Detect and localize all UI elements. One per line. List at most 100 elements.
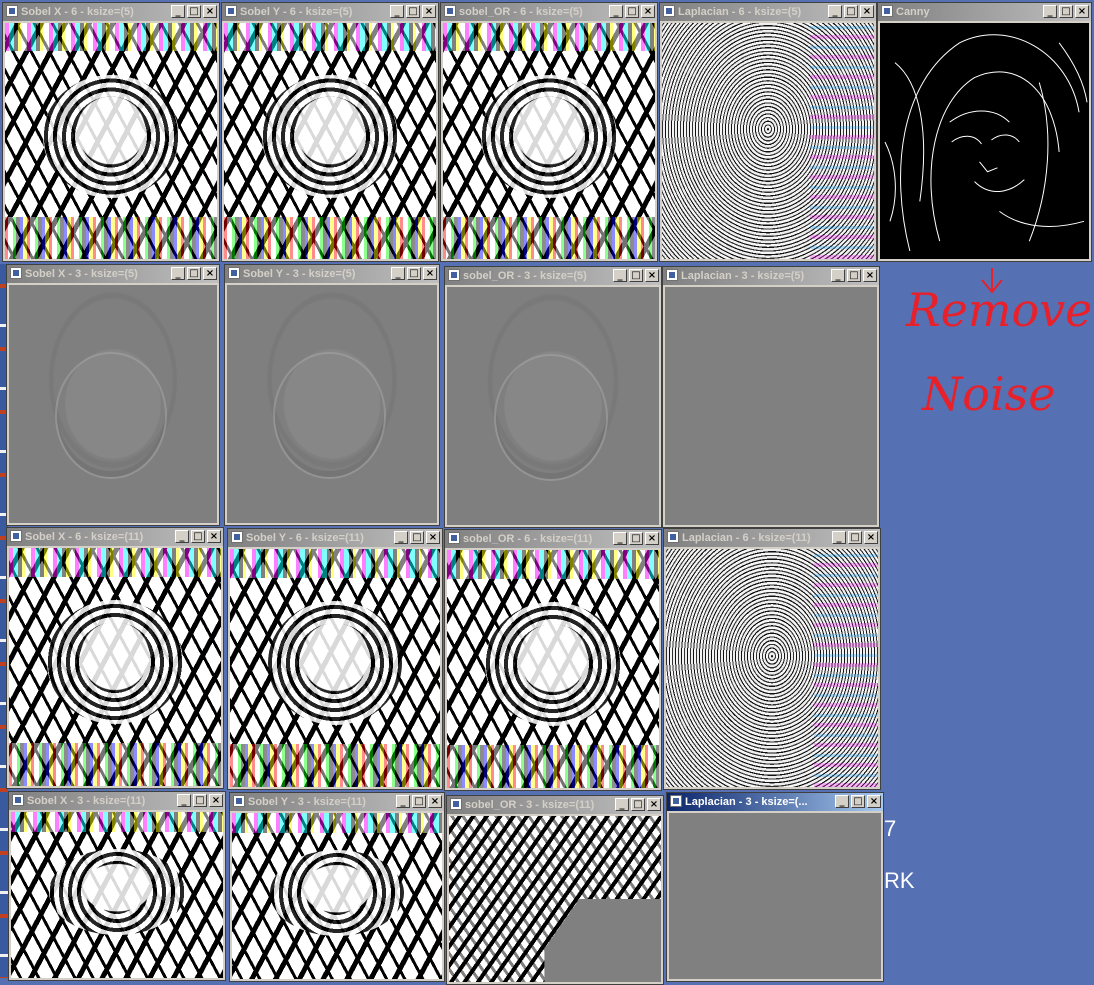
minimize-button[interactable]: _ (177, 794, 191, 807)
window-laplacian-6-k5[interactable]: Laplacian - 6 - ksize=(5) _ □ × (659, 2, 877, 262)
close-button[interactable]: × (645, 269, 659, 282)
window-sobel-y-6-k5[interactable]: Sobel Y - 6 - ksize=(5) _ □ × (221, 2, 439, 262)
window-title: sobel_OR - 6 - ksize=(5) (459, 6, 583, 18)
window-laplacian-3-k5[interactable]: Laplacian - 3 - ksize=(5) _ □ × (662, 266, 880, 528)
window-app-icon (667, 531, 679, 543)
annotation-text-line2: Noise (921, 367, 1056, 421)
close-button[interactable]: × (864, 531, 878, 544)
minimize-button[interactable]: _ (828, 5, 842, 18)
close-button[interactable]: × (203, 5, 217, 18)
maximize-button[interactable]: □ (844, 5, 858, 18)
maximize-button[interactable]: □ (851, 795, 865, 808)
maximize-button[interactable]: □ (410, 531, 424, 544)
maximize-button[interactable]: □ (406, 5, 420, 18)
minimize-button[interactable]: _ (394, 531, 408, 544)
window-sobel-x-3-k5[interactable]: Sobel X - 3 - ksize=(5) _ □ × (6, 264, 220, 526)
window-title: sobel_OR - 6 - ksize=(11) (463, 533, 593, 545)
window-sobel-or-3-k5[interactable]: sobel_OR - 3 - ksize=(5) _ □ × (444, 266, 662, 528)
minimize-button[interactable]: _ (391, 267, 405, 280)
window-app-icon (225, 5, 237, 17)
window-laplacian-3-k11[interactable]: Laplacian - 3 - ksize=(... _ □ × (666, 792, 884, 982)
maximize-button[interactable]: □ (1059, 5, 1073, 18)
maximize-button[interactable]: □ (629, 532, 643, 545)
sobel-or-mixed-image (449, 816, 661, 982)
window-sobel-y-3-k11[interactable]: Sobel Y - 3 - ksize=(11) _ □ × (229, 792, 445, 982)
sobel-or-image (447, 550, 659, 788)
sobel-x-relief-image (9, 285, 217, 523)
minimize-button[interactable]: _ (609, 5, 623, 18)
close-button[interactable]: × (647, 798, 661, 811)
close-button[interactable]: × (203, 267, 217, 280)
minimize-button[interactable]: _ (396, 795, 410, 808)
maximize-button[interactable]: □ (187, 267, 201, 280)
window-canny[interactable]: Canny _ □ × (877, 2, 1092, 262)
maximize-button[interactable]: □ (629, 269, 643, 282)
maximize-button[interactable]: □ (191, 530, 205, 543)
close-button[interactable]: × (1075, 5, 1089, 18)
window-app-icon (448, 269, 460, 281)
window-title: Sobel Y - 6 - ksize=(5) (240, 6, 353, 18)
window-app-icon (12, 794, 24, 806)
window-sobel-x-6-k11[interactable]: Sobel X - 6 - ksize=(11) _ □ × (6, 527, 224, 789)
close-button[interactable]: × (422, 5, 436, 18)
close-button[interactable]: × (860, 5, 874, 18)
window-sobel-y-6-k11[interactable]: Sobel Y - 6 - ksize=(11) _ □ × (227, 528, 443, 790)
window-title: Laplacian - 6 - ksize=(11) (682, 532, 811, 544)
minimize-button[interactable]: _ (613, 532, 627, 545)
sobel-y-image (224, 23, 436, 259)
window-title: sobel_OR - 3 - ksize=(5) (463, 270, 587, 282)
maximize-button[interactable]: □ (847, 269, 861, 282)
laplacian-image (666, 549, 878, 787)
window-app-icon (663, 5, 675, 17)
window-app-icon (228, 267, 240, 279)
window-sobel-or-6-k11[interactable]: sobel_OR - 6 - ksize=(11) _ □ × (444, 529, 662, 791)
window-sobel-or-3-k11[interactable]: sobel_OR - 3 - ksize=(11) _ □ × (446, 795, 664, 985)
close-button[interactable]: × (645, 532, 659, 545)
window-sobel-y-3-k5[interactable]: Sobel Y - 3 - ksize=(5) _ □ × (224, 264, 440, 526)
close-button[interactable]: × (426, 531, 440, 544)
close-button[interactable]: × (867, 795, 881, 808)
window-sobel-or-6-k5[interactable]: sobel_OR - 6 - ksize=(5) _ □ × (440, 2, 658, 262)
close-button[interactable]: × (209, 794, 223, 807)
laplacian-flat-image (665, 287, 877, 525)
maximize-button[interactable]: □ (848, 531, 862, 544)
window-sobel-x-6-k5[interactable]: Sobel X - 6 - ksize=(5) _ □ × (2, 2, 220, 262)
sobel-y-relief-image (227, 285, 437, 523)
close-button[interactable]: × (428, 795, 442, 808)
annotation-text-line1: Remove (905, 283, 1090, 337)
minimize-button[interactable]: _ (171, 5, 185, 18)
minimize-button[interactable]: _ (615, 798, 629, 811)
canny-image (880, 23, 1089, 259)
window-sobel-x-3-k11[interactable]: Sobel X - 3 - ksize=(11) _ □ × (8, 791, 226, 981)
minimize-button[interactable]: _ (1043, 5, 1057, 18)
minimize-button[interactable]: _ (171, 267, 185, 280)
minimize-button[interactable]: _ (390, 5, 404, 18)
window-app-icon (448, 532, 460, 544)
maximize-button[interactable]: □ (187, 5, 201, 18)
window-app-icon (10, 530, 22, 542)
window-title: Sobel X - 6 - ksize=(5) (21, 6, 134, 18)
maximize-button[interactable]: □ (193, 794, 207, 807)
maximize-button[interactable]: □ (625, 5, 639, 18)
minimize-button[interactable]: _ (832, 531, 846, 544)
window-title: Laplacian - 3 - ksize=(... (685, 796, 808, 808)
sobel-or-image (443, 23, 655, 259)
close-button[interactable]: × (207, 530, 221, 543)
minimize-button[interactable]: _ (831, 269, 845, 282)
minimize-button[interactable]: _ (835, 795, 849, 808)
close-button[interactable]: × (863, 269, 877, 282)
sobel-x-image (9, 548, 221, 786)
window-laplacian-6-k11[interactable]: Laplacian - 6 - ksize=(11) _ □ × (663, 528, 881, 790)
window-title: Laplacian - 3 - ksize=(5) (681, 270, 805, 282)
minimize-button[interactable]: _ (175, 530, 189, 543)
close-button[interactable]: × (423, 267, 437, 280)
maximize-button[interactable]: □ (412, 795, 426, 808)
window-title: Sobel X - 3 - ksize=(5) (25, 268, 138, 280)
close-button[interactable]: × (641, 5, 655, 18)
maximize-button[interactable]: □ (631, 798, 645, 811)
window-app-icon (881, 5, 893, 17)
minimize-button[interactable]: _ (613, 269, 627, 282)
handwritten-annotation: Remove Noise (900, 268, 1090, 428)
window-app-icon (10, 267, 22, 279)
maximize-button[interactable]: □ (407, 267, 421, 280)
